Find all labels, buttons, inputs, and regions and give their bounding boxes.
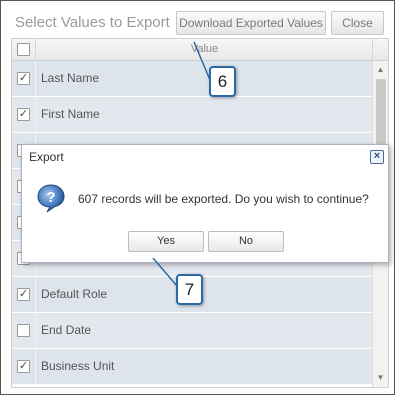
row-checkbox[interactable]: ✓	[17, 72, 30, 85]
row-checkbox[interactable]	[17, 324, 30, 337]
close-icon[interactable]: ×	[370, 150, 384, 164]
callout-6: 6	[209, 66, 236, 97]
dialog-title-bar[interactable]: Export ×	[22, 145, 388, 169]
row-label: First Name	[41, 107, 100, 121]
row-check-cell: ✓	[12, 277, 36, 313]
select-all-checkbox[interactable]	[17, 43, 30, 56]
row-label: Last Name	[41, 71, 100, 85]
header-scroll-spacer	[372, 39, 388, 61]
question-icon: ?	[37, 184, 65, 213]
row-label: Default Role	[41, 287, 108, 301]
svg-text:?: ?	[46, 189, 55, 206]
grid-header: Value	[12, 39, 388, 61]
row-check-cell	[12, 313, 36, 349]
close-button[interactable]: Close	[331, 11, 384, 35]
yes-button[interactable]: Yes	[128, 231, 204, 252]
table-row[interactable]: ✓ Last Name	[12, 61, 372, 97]
export-dialog: Export × ? 607 records will be exported.…	[21, 144, 389, 263]
no-button[interactable]: No	[208, 231, 284, 252]
dialog-title: Export	[29, 150, 64, 164]
callout-7: 7	[176, 274, 203, 305]
row-check-cell: ✓	[12, 349, 36, 385]
scroll-up-arrow-icon[interactable]: ▲	[373, 63, 388, 77]
row-check-cell: ✓	[12, 61, 36, 97]
panel-title: Select Values to Export	[15, 14, 170, 31]
dialog-message: 607 records will be exported. Do you wis…	[78, 192, 369, 206]
download-exported-values-button[interactable]: Download Exported Values	[176, 11, 326, 35]
row-label: Business Unit	[41, 359, 115, 373]
row-checkbox[interactable]: ✓	[17, 360, 30, 373]
row-checkbox[interactable]: ✓	[17, 108, 30, 121]
table-row[interactable]: ✓ Business Unit	[12, 349, 372, 385]
export-panel: Select Values to Export Download Exporte…	[0, 0, 395, 395]
row-check-cell: ✓	[12, 97, 36, 133]
column-header-value[interactable]: Value	[37, 39, 372, 61]
scroll-down-arrow-icon[interactable]: ▼	[373, 371, 388, 385]
header-check-cell	[12, 39, 36, 61]
table-row[interactable]: ✓ First Name	[12, 97, 372, 133]
row-checkbox[interactable]: ✓	[17, 288, 30, 301]
table-row[interactable]: End Date	[12, 313, 372, 349]
row-label: End Date	[41, 323, 92, 337]
